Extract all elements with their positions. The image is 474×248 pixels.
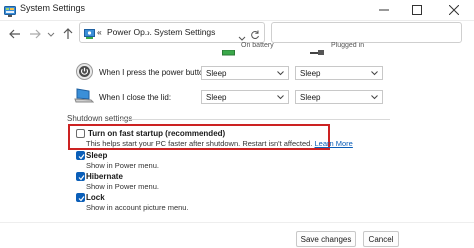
forward-button[interactable] [28,27,42,41]
back-button[interactable] [8,27,22,41]
maximize-button[interactable] [403,1,431,18]
chevron-down-icon [371,71,378,76]
fast-startup-checkbox[interactable] [76,129,85,138]
fast-startup-desc-text: This helps start your PC faster after sh… [86,139,313,148]
checkmark-icon [78,175,85,181]
lock-description: Show in account picture menu. [86,203,189,212]
up-button[interactable] [61,27,75,41]
sleep-title[interactable]: Sleep [86,151,107,160]
power-options-icon [84,26,95,44]
power-button-icon [76,63,93,85]
control-panel-icon [4,4,16,17]
select-value: Sleep [300,93,321,102]
window-title: System Settings [20,3,86,13]
lock-title[interactable]: Lock [86,193,105,202]
sleep-description: Show in Power menu. [86,161,159,170]
minimize-icon [379,9,389,11]
learn-more-link[interactable]: Learn More [315,139,353,148]
breadcrumb-separator: › [147,27,150,37]
breadcrumb-system-settings[interactable]: System Settings [154,27,215,37]
fast-startup-description: This helps start your PC faster after sh… [86,139,353,148]
sleep-checkbox[interactable] [76,151,85,160]
footer-divider [0,222,474,223]
breadcrumb-overflow[interactable]: « [97,27,102,37]
title-bar: System Settings [0,0,474,21]
lock-checkbox[interactable] [76,193,85,202]
chevron-down-icon [277,71,284,76]
column-header-battery: On battery [241,42,274,49]
fast-startup-title[interactable]: Turn on fast startup (recommended) [88,129,225,138]
chevron-down-icon [277,95,284,100]
address-bar[interactable]: « Power Op... › System Settings [79,22,265,43]
hibernate-title[interactable]: Hibernate [86,172,123,181]
minimize-button[interactable] [370,1,398,18]
power-button-plugged-select[interactable]: Sleep [295,66,383,80]
maximize-icon [412,5,422,15]
search-input[interactable] [271,22,462,43]
battery-icon [222,43,236,61]
save-changes-button[interactable]: Save changes [296,231,356,247]
section-divider [120,119,390,120]
select-value: Sleep [206,93,227,102]
close-button[interactable] [440,1,468,18]
hibernate-checkbox[interactable] [76,172,85,181]
cancel-button[interactable]: Cancel [363,231,399,247]
arrow-up-icon [63,28,73,39]
close-lid-plugged-select[interactable]: Sleep [295,90,383,104]
checkmark-icon [78,196,85,202]
recent-locations-button[interactable] [46,27,60,41]
laptop-lid-icon [74,88,95,109]
hibernate-description: Show in Power menu. [86,182,159,191]
select-value: Sleep [300,69,321,78]
select-value: Sleep [206,69,227,78]
refresh-icon [251,30,259,40]
column-header-plugged-in: Plugged in [331,42,365,49]
chevron-down-icon [371,95,378,100]
checkmark-icon [78,154,85,160]
breadcrumb-power-options[interactable]: Power Op... [107,27,152,37]
close-lid-battery-select[interactable]: Sleep [201,90,289,104]
arrow-right-icon [30,29,41,39]
power-plug-icon [310,43,326,61]
power-button-battery-select[interactable]: Sleep [201,66,289,80]
arrow-left-icon [9,29,20,39]
close-icon [449,5,459,15]
close-lid-label: When I close the lid: [99,93,172,102]
power-button-label: When I press the power button: [99,68,211,77]
chevron-down-icon [47,32,55,37]
